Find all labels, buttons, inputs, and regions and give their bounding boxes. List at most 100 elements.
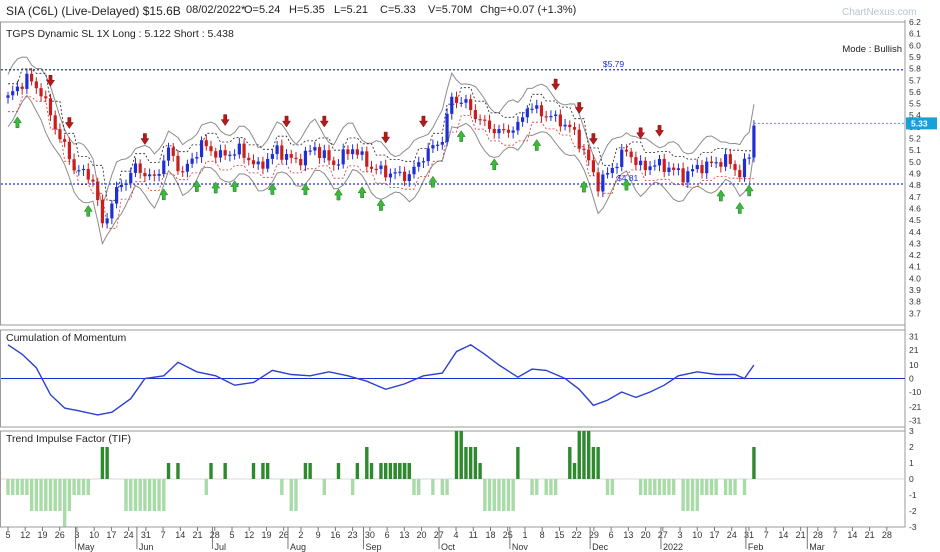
- x-tick-label: 22: [572, 530, 582, 540]
- candle-body: [605, 173, 610, 175]
- tif-bar: [105, 447, 109, 479]
- candle-body: [247, 157, 251, 161]
- sell-arrow-icon: [574, 102, 584, 114]
- tif-bar: [39, 479, 43, 511]
- tif-bar: [610, 479, 614, 495]
- candle-body: [110, 203, 114, 219]
- tif-bar: [15, 479, 20, 495]
- tif-bar: [53, 479, 57, 511]
- y-tick-label: 4.5: [909, 215, 921, 225]
- x-tick-label: 27: [658, 530, 668, 540]
- candle-body: [176, 155, 180, 172]
- candle-body: [620, 149, 624, 167]
- candle-body: [204, 140, 208, 147]
- candle-body: [407, 174, 411, 182]
- y-tick-label: 2: [909, 442, 914, 452]
- x-tick-label: 26: [55, 530, 65, 540]
- candle-body: [280, 145, 284, 160]
- candle-body: [483, 119, 487, 121]
- tif-bar: [25, 479, 29, 495]
- tif-bar: [34, 479, 39, 511]
- candle-body: [195, 157, 199, 159]
- tif-bar: [379, 463, 383, 479]
- tif-bar: [176, 463, 180, 479]
- last-price-label: 5.33: [911, 118, 928, 128]
- y-tick-label: 4.3: [909, 238, 921, 248]
- x-tick-label: 8: [540, 530, 545, 540]
- tif-bar: [62, 479, 67, 527]
- x-month-label: 2022: [663, 542, 683, 552]
- x-tick-label: 12: [20, 530, 30, 540]
- chart-canvas: 6.26.16.05.95.85.75.65.55.45.35.25.15.04…: [0, 17, 937, 552]
- candle-body: [63, 139, 67, 142]
- tif-bar: [152, 479, 157, 511]
- y-tick-label: 0: [909, 374, 914, 384]
- candle-body: [322, 150, 326, 158]
- candle-body: [256, 161, 260, 165]
- x-tick-label: 21: [193, 530, 203, 540]
- candle-body: [728, 154, 732, 165]
- candle-body: [667, 167, 671, 172]
- tif-bar: [294, 479, 298, 511]
- candle-body: [719, 162, 723, 167]
- tif-bar: [568, 447, 572, 479]
- tif-bar: [11, 479, 15, 495]
- candle-body: [525, 108, 529, 118]
- candle-body: [610, 167, 614, 174]
- y-tick-label: -10: [909, 387, 922, 397]
- candle-body: [91, 179, 95, 182]
- candle-body: [30, 73, 34, 82]
- tif-bar: [20, 479, 24, 495]
- tif-bar: [487, 479, 492, 511]
- tif-bar: [86, 479, 90, 495]
- candle-body: [218, 150, 223, 158]
- candle-body: [709, 161, 714, 164]
- tif-bar: [388, 463, 393, 479]
- x-tick-label: 30: [365, 530, 375, 540]
- y-tick-label: 4.0: [909, 273, 921, 283]
- candle-body: [629, 151, 633, 158]
- tif-bar: [728, 479, 733, 495]
- tif-bar: [464, 447, 468, 479]
- tif-bar: [709, 479, 714, 495]
- candle-body: [133, 163, 138, 173]
- candle-body: [686, 171, 690, 183]
- y-tick-label: 4.9: [909, 169, 921, 179]
- x-tick-label: 31: [141, 530, 151, 540]
- tif-bar: [280, 479, 284, 495]
- x-tick-label: 26: [279, 530, 289, 540]
- candle-body: [185, 163, 189, 172]
- candle-body: [473, 109, 477, 120]
- candle-body: [653, 165, 657, 167]
- tif-bar: [162, 479, 166, 511]
- candle-body: [417, 162, 421, 167]
- tif-bar: [369, 463, 374, 479]
- y-tick-label: -3: [909, 522, 917, 532]
- y-tick-label: 3.8: [909, 297, 921, 307]
- candle-body: [327, 150, 331, 161]
- sell-arrow-icon: [140, 133, 150, 145]
- candle-body: [681, 168, 685, 183]
- candle-body: [105, 218, 109, 224]
- tif-bar: [147, 479, 152, 511]
- tif-bar: [544, 479, 548, 495]
- candle-body: [558, 114, 562, 127]
- candle-body: [313, 147, 317, 151]
- tif-bar: [431, 479, 435, 495]
- buy-arrow-icon: [532, 139, 542, 151]
- sell-arrow-icon: [655, 125, 664, 137]
- x-tick-label: 15: [554, 530, 564, 540]
- tif-bar: [166, 463, 171, 479]
- candle-body: [384, 165, 388, 178]
- buy-arrow-icon: [334, 188, 343, 201]
- buy-arrow-icon: [735, 202, 745, 214]
- tif-bar: [417, 479, 421, 495]
- y-tick-label: 4.7: [909, 192, 921, 202]
- y-tick-label: -31: [909, 415, 922, 425]
- sell-arrow-icon: [381, 131, 391, 144]
- x-tick-label: 7: [764, 530, 769, 540]
- tif-bar: [308, 463, 312, 479]
- candle-body: [148, 174, 152, 177]
- candle-body: [100, 200, 105, 224]
- x-tick-label: 14: [175, 530, 185, 540]
